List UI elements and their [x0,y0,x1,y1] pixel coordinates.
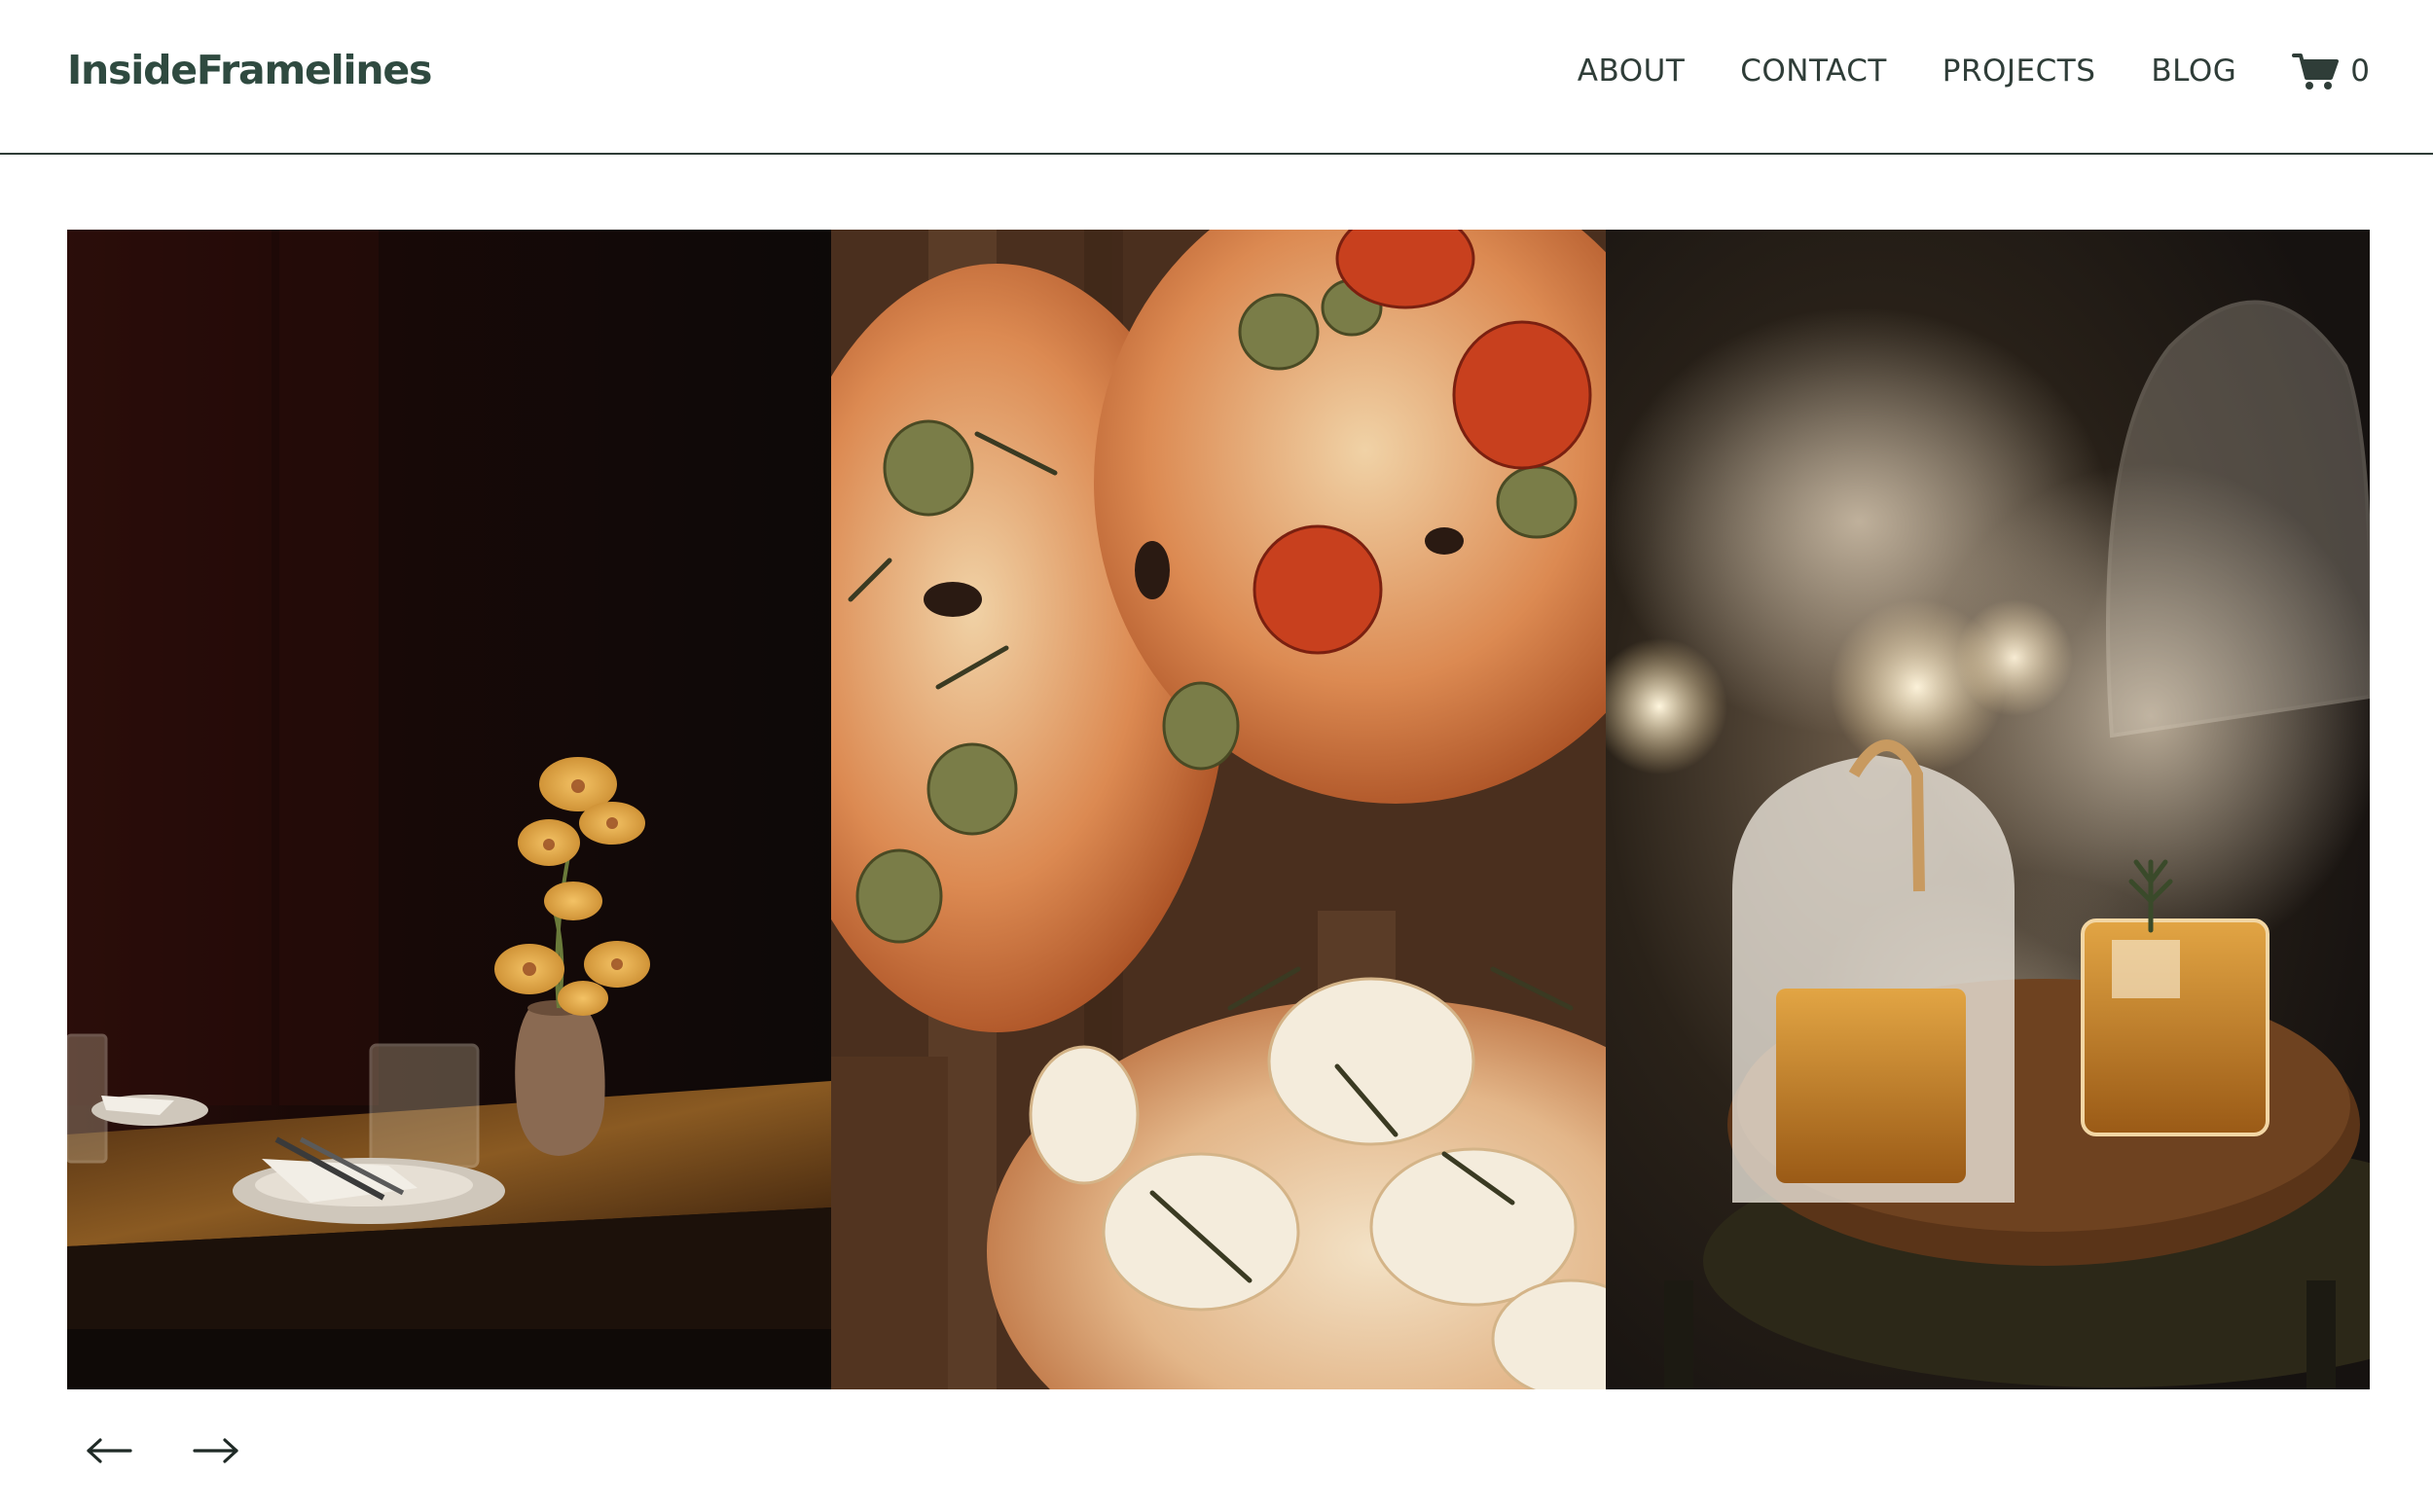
arrow-right-icon[interactable] [193,1435,239,1466]
gallery-image-restaurant-table[interactable] [67,230,831,1389]
gallery-controls [86,1435,239,1466]
focaccia-image [831,230,1606,1389]
nav-contact[interactable]: CONTACT [1740,54,1887,89]
gallery-image-focaccia[interactable] [831,230,1606,1389]
arrow-left-icon[interactable] [86,1435,132,1466]
gallery-image-smoked-cocktails[interactable] [1606,230,2370,1389]
site-logo[interactable]: InsideFramelines [67,47,432,93]
cart-icon [2292,54,2340,90]
cart-count: 0 [2350,54,2370,89]
restaurant-table-image [67,230,831,1389]
main-nav: ABOUT CONTACT PROJECTS BLOG 0 [1578,51,2370,91]
site-header: InsideFramelines ABOUT CONTACT PROJECTS … [0,0,2433,155]
smoked-cocktails-image [1606,230,2370,1389]
nav-blog[interactable]: BLOG [2151,54,2236,89]
image-gallery [67,230,2370,1389]
cart-button[interactable]: 0 [2292,51,2370,91]
nav-about[interactable]: ABOUT [1578,54,1685,89]
nav-projects[interactable]: PROJECTS [1943,54,2096,89]
